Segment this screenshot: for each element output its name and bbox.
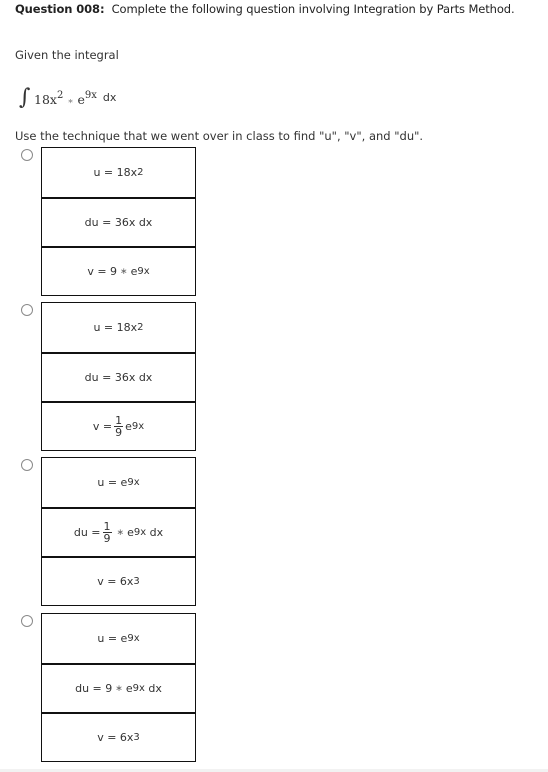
du-dx: dx (149, 526, 164, 539)
radio-button-option-4[interactable] (21, 615, 33, 627)
option-4-u: u = e 9x (42, 614, 195, 663)
fraction-denominator: 9 (103, 532, 111, 545)
du-dx: dx (148, 682, 162, 695)
option-2-v: v = 1 9 e 9x (42, 401, 195, 450)
fraction: 19 (102, 521, 112, 545)
option-4-v: v = 6x 3 (42, 712, 195, 761)
du-exp: 9x (132, 683, 145, 694)
integrand-dx: dx (102, 91, 117, 104)
option-3-du: du = 1 9 ∗ e 9x dx (42, 507, 195, 556)
v-lhs: v = 6x (97, 575, 134, 588)
option-2-grid: u = 18x 2 du = 36x dx v = 1 9 e 9x (41, 302, 196, 451)
option-3-u: u = e 9x (42, 458, 195, 507)
v-lhs: v = 9 (87, 265, 118, 278)
v-lhs: v = 6x (97, 731, 134, 744)
option-1-v: v = 9 ∗ e 9x (42, 246, 195, 295)
du-exp: 9x (133, 527, 147, 538)
option-2-du: du = 36x dx (42, 352, 195, 401)
v-exp: 9x (131, 421, 145, 432)
v-exp: 3 (133, 576, 140, 587)
v-base: e (130, 265, 138, 278)
option-4-du: du = 9 ∗ e 9x dx (42, 663, 195, 712)
option-3-v: v = 6x 3 (42, 556, 195, 605)
integrand-base: e (77, 92, 85, 107)
fraction-denominator: 9 (115, 426, 123, 439)
u-exp: 9x (127, 477, 140, 488)
question-header: Question 008: Complete the following que… (15, 2, 515, 16)
integrand-coef: 18x (34, 92, 57, 107)
integrand-base-exp: 9x (84, 90, 97, 101)
question-text: Complete the following question involvin… (111, 2, 515, 16)
question-number: Question 008: (15, 2, 105, 16)
v-base: e (125, 420, 132, 433)
du-lhs: du = (73, 526, 101, 539)
u-exp: 2 (137, 322, 144, 333)
multiply-icon: ∗ (116, 527, 125, 538)
radio-button-option-1[interactable] (21, 149, 33, 161)
option-4-grid: u = e 9x du = 9 ∗ e 9x dx v = 6x 3 (41, 613, 196, 762)
du-base: e (127, 526, 134, 539)
radio-button-option-3[interactable] (21, 459, 33, 471)
u-exp: 2 (137, 167, 144, 178)
integrand-coef-exp: 2 (56, 90, 64, 101)
du-base: e (125, 682, 133, 695)
option-1-du: du = 36x dx (42, 197, 195, 246)
u-exp: 9x (127, 633, 140, 644)
multiply-icon: ∗ (120, 266, 128, 277)
v-lhs: v = (92, 420, 113, 433)
du-text: du = 36x dx (84, 216, 153, 229)
du-lhs: du = 9 (75, 682, 113, 695)
option-2-u: u = 18x 2 (42, 303, 195, 352)
u-lhs: u = 18x (93, 166, 138, 179)
option-1-u: u = 18x 2 (42, 148, 195, 197)
option-3-grid: u = e 9x du = 1 9 ∗ e 9x dx v = 6x 3 (41, 457, 196, 606)
fraction: 19 (114, 415, 124, 439)
integrand: 18x2∗ e9x dx (34, 90, 116, 107)
u-lhs: u = e (97, 476, 128, 489)
u-lhs: u = 18x (93, 321, 138, 334)
u-lhs: u = e (97, 632, 128, 645)
given-label: Given the integral (15, 48, 119, 62)
multiply-icon: ∗ (115, 683, 123, 694)
radio-button-option-2[interactable] (21, 304, 33, 316)
v-exp: 3 (133, 732, 140, 743)
v-exp: 9x (137, 266, 150, 277)
option-1-grid: u = 18x 2 du = 36x dx v = 9 ∗ e 9x (41, 147, 196, 296)
instruction-text: Use the technique that we went over in c… (15, 129, 424, 143)
multiply-icon: ∗ (67, 97, 74, 107)
integral-sign-icon: ∫ (19, 85, 31, 110)
du-text: du = 36x dx (84, 371, 153, 384)
